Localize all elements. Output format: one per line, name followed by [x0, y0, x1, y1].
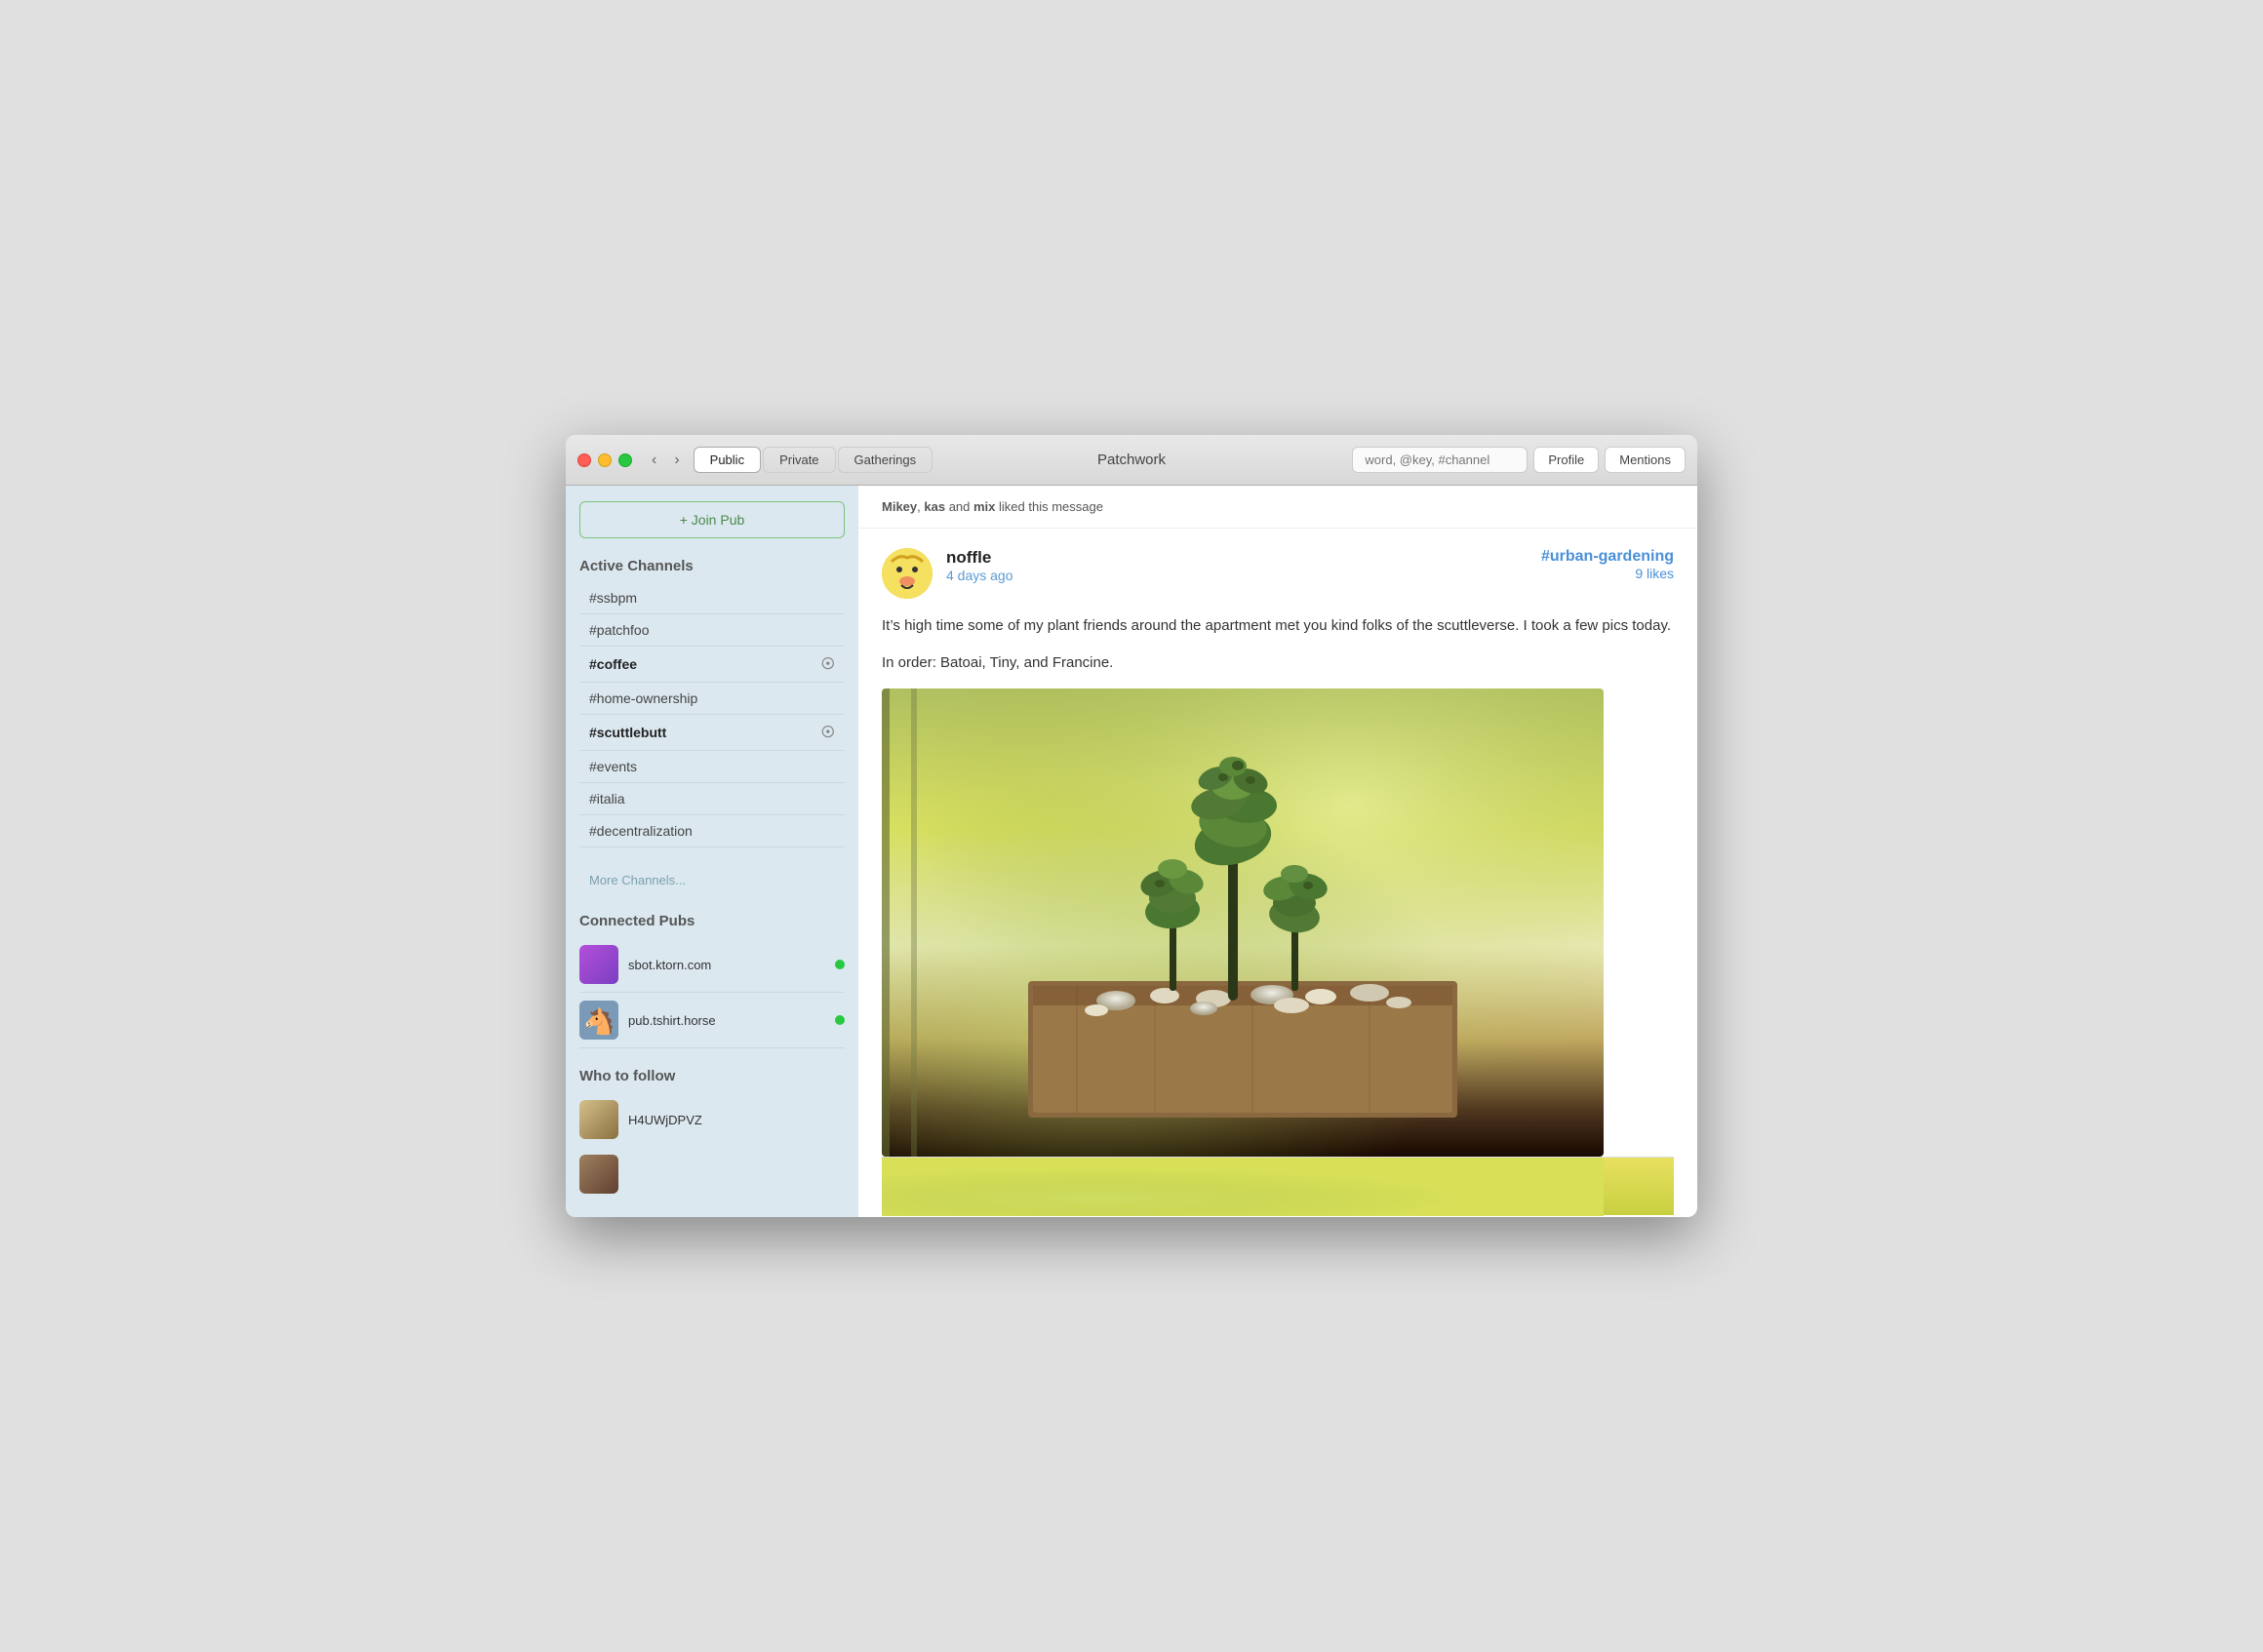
channel-list: #ssbpm #patchfoo #coffee ☉ #home-ownersh…	[579, 582, 845, 847]
fullscreen-button[interactable]	[618, 453, 632, 467]
follow-avatar-1	[579, 1100, 618, 1139]
post-username: noffle	[946, 548, 1528, 568]
content-area: Mikey, kas and mix liked this message	[858, 486, 1697, 1217]
channel-item-italia[interactable]: #italia	[579, 783, 845, 815]
close-button[interactable]	[577, 453, 591, 467]
post-channel-link[interactable]: #urban-gardening	[1541, 548, 1674, 565]
channel-name: #ssbpm	[589, 590, 637, 606]
channel-item-ssbpm[interactable]: #ssbpm	[579, 582, 845, 614]
channel-name: #coffee	[589, 656, 637, 672]
liked-name-1: Mikey	[882, 499, 917, 514]
main-layout: + Join Pub Active Channels #ssbpm #patch…	[566, 486, 1697, 1217]
liked-message: liked this message	[999, 499, 1103, 514]
channel-name: #decentralization	[589, 823, 693, 839]
search-area: Profile Mentions	[1352, 447, 1686, 473]
post-avatar[interactable]	[882, 548, 933, 599]
pub-avatar-ktorn	[579, 945, 618, 984]
follow-item-2[interactable]	[579, 1147, 845, 1201]
tab-gatherings[interactable]: Gatherings	[838, 447, 933, 473]
forward-button[interactable]: ›	[670, 450, 683, 471]
traffic-lights	[577, 453, 632, 467]
post-text-1: It’s high time some of my plant friends …	[882, 614, 1674, 638]
mentions-button[interactable]: Mentions	[1605, 447, 1686, 473]
liked-name-2: kas	[924, 499, 945, 514]
channel-item-coffee[interactable]: #coffee ☉	[579, 647, 845, 683]
active-channels-title: Active Channels	[579, 558, 845, 574]
channel-name: #home-ownership	[589, 690, 697, 706]
post-card: noffle 4 days ago #urban-gardening 9 lik…	[858, 529, 1697, 1215]
pub-name-ktorn: sbot.ktorn.com	[628, 958, 825, 972]
channel-item-scuttlebutt[interactable]: #scuttlebutt ☉	[579, 715, 845, 751]
post-meta: noffle 4 days ago	[946, 548, 1528, 583]
profile-button[interactable]: Profile	[1533, 447, 1599, 473]
join-pub-button[interactable]: + Join Pub	[579, 501, 845, 538]
sidebar: + Join Pub Active Channels #ssbpm #patch…	[566, 486, 858, 1217]
app-title: Patchwork	[1097, 452, 1166, 468]
channel-item-events[interactable]: #events	[579, 751, 845, 783]
pub-name-tshirt: pub.tshirt.horse	[628, 1013, 825, 1028]
pub-item-tshirt[interactable]: 🐴 pub.tshirt.horse	[579, 993, 845, 1048]
notify-icon: ☉	[821, 654, 835, 674]
connected-pubs-title: Connected Pubs	[579, 913, 845, 929]
channel-name: #patchfoo	[589, 622, 650, 638]
liked-bar: Mikey, kas and mix liked this message	[858, 486, 1697, 529]
who-to-follow-title: Who to follow	[579, 1068, 845, 1084]
post-image[interactable]	[882, 688, 1604, 1157]
pub-avatar-tshirt: 🐴	[579, 1001, 618, 1040]
svg-text:🐴: 🐴	[583, 1006, 615, 1036]
nav-tabs: Public Private Gatherings	[694, 447, 933, 473]
search-input[interactable]	[1352, 447, 1528, 473]
post-likes: 9 likes	[1541, 566, 1674, 581]
minimize-button[interactable]	[598, 453, 612, 467]
channel-item-home-ownership[interactable]: #home-ownership	[579, 683, 845, 715]
pub-item-ktorn[interactable]: sbot.ktorn.com	[579, 937, 845, 993]
follow-avatar-2	[579, 1155, 618, 1194]
back-button[interactable]: ‹	[648, 450, 660, 471]
more-channels-link[interactable]: More Channels...	[579, 867, 845, 893]
channel-name: #italia	[589, 791, 625, 806]
post-channel-area: #urban-gardening 9 likes	[1541, 548, 1674, 581]
follow-name-1: H4UWjDPVZ	[628, 1113, 702, 1127]
next-image-preview	[882, 1157, 1674, 1215]
post-text-2: In order: Batoai, Tiny, and Francine.	[882, 651, 1674, 675]
tab-public[interactable]: Public	[694, 447, 761, 473]
follow-item-1[interactable]: H4UWjDPVZ	[579, 1092, 845, 1147]
tab-private[interactable]: Private	[763, 447, 835, 473]
channel-item-decentralization[interactable]: #decentralization	[579, 815, 845, 847]
channel-name: #scuttlebutt	[589, 725, 666, 740]
pub-list: sbot.ktorn.com 🐴 pub.tshirt.horse	[579, 937, 845, 1048]
pub-status-tshirt	[835, 1015, 845, 1025]
channel-item-patchfoo[interactable]: #patchfoo	[579, 614, 845, 647]
post-time: 4 days ago	[946, 568, 1528, 583]
post-header: noffle 4 days ago #urban-gardening 9 lik…	[882, 548, 1674, 599]
follow-list: H4UWjDPVZ	[579, 1092, 845, 1201]
titlebar: ‹ › Public Private Gatherings Patchwork …	[566, 435, 1697, 486]
liked-name-3: mix	[973, 499, 995, 514]
channel-name: #events	[589, 759, 637, 774]
notify-icon: ☉	[821, 723, 835, 742]
pub-status-ktorn	[835, 960, 845, 969]
app-window: ‹ › Public Private Gatherings Patchwork …	[566, 435, 1697, 1217]
